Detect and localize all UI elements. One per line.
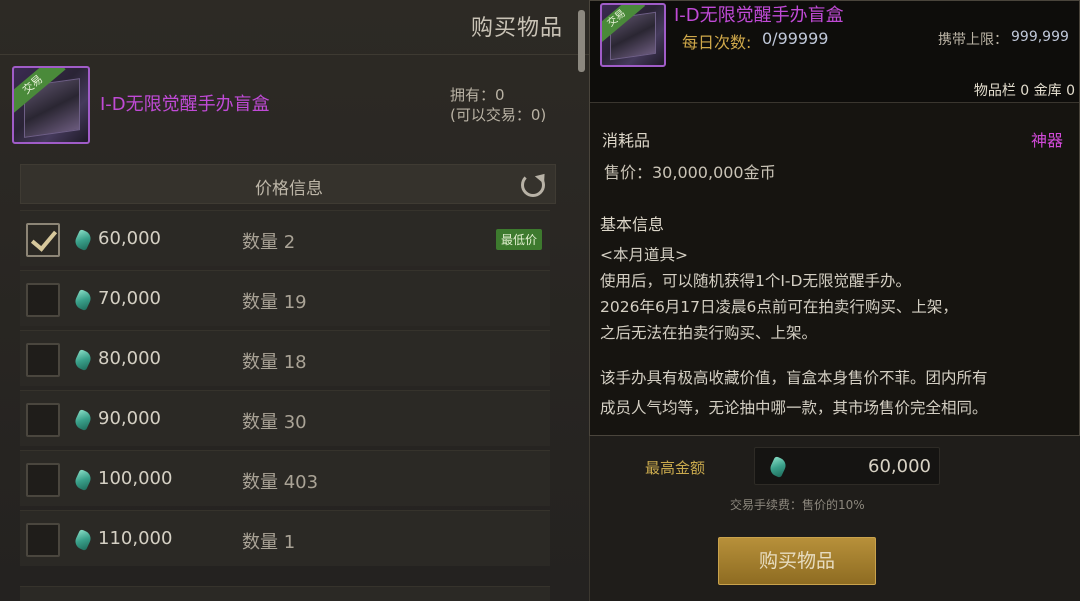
max-amount-label: 最高金额 [645, 459, 706, 477]
gem-currency-icon [72, 408, 94, 432]
carry-limit-label: 携带上限： [938, 32, 1008, 48]
item-category: 消耗品 [602, 131, 651, 150]
listing-row[interactable]: 60,000 数量 2 最低价 [20, 210, 550, 266]
listing-row[interactable]: 80,000 数量 18 [20, 330, 550, 386]
description-line: 成员人气均等，无论抽中哪一款，其市场售价完全相同。 [600, 399, 988, 417]
max-amount-field[interactable]: 60,000 [754, 447, 940, 485]
owned-count: 拥有：0 [450, 86, 505, 104]
listing-price: 60,000 [98, 228, 161, 249]
daily-uses-label: 每日次数: [682, 33, 752, 52]
listing-price: 90,000 [98, 408, 161, 429]
gem-currency-icon [767, 455, 789, 479]
item-tooltip: 交易 I-D无限觉醒手办盲盒 每日次数: 0/99999 携带上限： 999,9… [589, 0, 1080, 436]
price-info-label: 价格信息 [255, 179, 323, 199]
gem-currency-icon [72, 528, 94, 552]
trade-fee-note: 交易手续费：售价的10% [730, 498, 865, 512]
listing-quantity: 数量 1 [242, 532, 296, 553]
listing-checkbox[interactable] [26, 403, 60, 437]
max-amount-value: 60,000 [868, 456, 931, 477]
gem-currency-icon [72, 288, 94, 312]
tooltip-item-name: I-D无限觉醒手办盲盒 [674, 5, 844, 26]
refresh-icon[interactable] [521, 173, 545, 197]
listing-price: 70,000 [98, 288, 161, 309]
price-listing: 60,000 数量 2 最低价 70,000 数量 19 80,000 数量 1… [20, 210, 550, 570]
description-line: 使用后，可以随机获得1个I-D无限觉醒手办。 [600, 272, 911, 290]
listing-checkbox[interactable] [26, 223, 60, 257]
listing-checkbox[interactable] [26, 283, 60, 317]
listing-price: 100,000 [98, 468, 173, 489]
listing-price: 80,000 [98, 348, 161, 369]
daily-uses-value: 0/99999 [762, 29, 829, 48]
listing-quantity: 数量 18 [242, 352, 307, 373]
listing-quantity: 数量 30 [242, 412, 307, 433]
buy-item-button[interactable]: 购买物品 [718, 537, 876, 585]
listing-quantity: 数量 403 [242, 472, 319, 493]
description-line: 2026年6月17日凌晨6点前可在拍卖行购买、上架， [600, 298, 958, 316]
listing-row[interactable]: 90,000 数量 30 [20, 390, 550, 446]
storage-counts: 物品栏 0 金库 0 [973, 83, 1075, 99]
listing-row-partial [20, 586, 550, 601]
blind-box-item-icon[interactable]: 交易 [12, 66, 90, 144]
gem-currency-icon [72, 348, 94, 372]
listing-checkbox[interactable] [26, 343, 60, 377]
carry-limit-value: 999,999 [1011, 29, 1069, 45]
listing-checkbox[interactable] [26, 523, 60, 557]
lowest-price-badge: 最低价 [495, 229, 542, 250]
item-name: I-D无限觉醒手办盲盒 [100, 94, 270, 115]
tradable-count: (可以交易：0) [450, 106, 547, 124]
listing-checkbox[interactable] [26, 463, 60, 497]
panel-title: 购买物品 [470, 16, 563, 41]
item-rarity: 神器 [1030, 131, 1063, 150]
gem-currency-icon [72, 468, 94, 492]
listing-quantity: 数量 2 [242, 232, 296, 253]
price-info-header: 价格信息 [20, 164, 556, 204]
sell-price: 售价：30,000,000金币 [604, 163, 776, 182]
gem-currency-icon [72, 228, 94, 252]
tooltip-header: 交易 I-D无限觉醒手办盲盒 每日次数: 0/99999 携带上限： 999,9… [590, 1, 1079, 103]
listing-row[interactable]: 70,000 数量 19 [20, 270, 550, 326]
buy-item-panel: 购买物品 交易 I-D无限觉醒手办盲盒 拥有：0 (可以交易：0) 价格信息 6… [0, 0, 590, 601]
listing-row[interactable]: 110,000 数量 1 [20, 510, 550, 566]
listing-price: 110,000 [98, 528, 173, 549]
description-line: 之后无法在拍卖行购买、上架。 [600, 324, 818, 342]
description-line: <本月道具> [600, 246, 688, 264]
listing-quantity: 数量 19 [242, 292, 307, 313]
basic-info-title: 基本信息 [600, 215, 665, 234]
blind-box-item-icon: 交易 [600, 3, 666, 67]
title-divider [0, 54, 590, 55]
description-line: 该手办具有极高收藏价值，盲盒本身售价不菲。团内所有 [600, 369, 988, 387]
listing-row[interactable]: 100,000 数量 403 [20, 450, 550, 506]
scrollbar[interactable] [578, 10, 585, 72]
